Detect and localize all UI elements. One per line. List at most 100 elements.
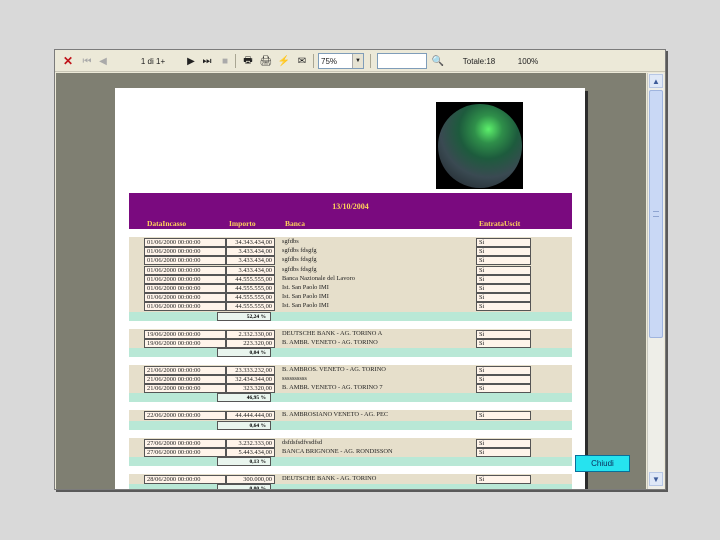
cell-bank: sgfdbs: [282, 238, 299, 245]
chevron-down-icon: ▼: [352, 54, 363, 68]
column-header-banca: Banca: [285, 219, 306, 228]
table-row: 01/06/2000 00:00:00 44.555.555,00 Ist. San…: [129, 293, 572, 303]
report-table: 13/10/2004 DataIncasso Importo Banca Ent…: [129, 193, 572, 489]
zoom-value: 75%: [321, 56, 338, 66]
binoculars-icon[interactable]: 🔍: [431, 53, 445, 69]
cell-amount: 2.332.330,00: [226, 329, 275, 339]
cell-flag: Sì: [476, 238, 531, 247]
report-page: 13/10/2004 DataIncasso Importo Banca Ent…: [115, 88, 585, 489]
cell-flag: Sì: [476, 475, 531, 484]
report-header: 13/10/2004 DataIncasso Importo Banca Ent…: [129, 193, 572, 229]
cell-date: 01/06/2000 00:00:00: [144, 293, 226, 303]
report-group: 19/06/2000 00:00:00 2.332.330,00 DEUTSCHE …: [129, 328, 572, 357]
cell-amount: 34.343.434,00: [226, 238, 275, 247]
table-row: 01/06/2000 00:00:00 3.433.434,00 sgfdbs fd…: [129, 265, 572, 275]
table-row: 22/06/2000 00:00:00 44.444.444,00 B. AMBRO…: [129, 411, 572, 421]
cell-amount: 44.555.555,00: [226, 274, 275, 284]
scroll-down-icon[interactable]: ▼: [649, 472, 663, 486]
cell-flag: Sì: [476, 247, 531, 257]
cell-date: 01/06/2000 00:00:00: [144, 274, 226, 284]
search-input[interactable]: [377, 53, 427, 69]
cell-date: 01/06/2000 00:00:00: [144, 247, 226, 257]
cell-date: 21/06/2000 00:00:00: [144, 384, 226, 394]
table-row: 28/06/2000 00:00:00 300.000,00 DEUTSCHE BA…: [129, 475, 572, 484]
refresh-icon[interactable]: ⚡: [277, 53, 291, 69]
cell-date: 28/06/2000 00:00:00: [144, 475, 226, 484]
cell-flag: Sì: [476, 302, 531, 312]
group-total-bar: 0,04 %: [129, 347, 572, 357]
report-viewport: 13/10/2004 DataIncasso Importo Banca Ent…: [56, 73, 646, 489]
previous-page-icon[interactable]: ◀: [97, 53, 109, 69]
group-total-bar: 46,95 %: [129, 393, 572, 403]
toolbar-divider: [313, 54, 314, 68]
report-group: 27/06/2000 00:00:00 3.232.333,00 dsfdsfsdf…: [129, 437, 572, 466]
cell-amount: 44.555.555,00: [226, 283, 275, 293]
page-indicator: 1 di 1+: [140, 56, 166, 66]
scrollbar-thumb[interactable]: [649, 90, 663, 338]
export-icon[interactable]: ✉: [295, 53, 309, 69]
group-total-percent: 0,64 %: [217, 420, 271, 430]
cell-date: 21/06/2000 00:00:00: [144, 375, 226, 385]
cell-amount: 44.444.444,00: [226, 411, 275, 421]
cell-amount: 3.433.434,00: [226, 256, 275, 266]
company-logo: [436, 102, 523, 189]
cell-bank: Banca Nazionale del Lavoro: [282, 274, 355, 282]
print-icon[interactable]: 🖶: [241, 53, 255, 69]
cell-bank: DEUTSCHE BANK - AG. TORINO: [282, 475, 377, 482]
vertical-scrollbar[interactable]: ▲ ▼: [647, 73, 664, 489]
table-row: 01/06/2000 00:00:00 34.343.434,00 sgfdbs Sì: [129, 238, 572, 247]
table-row: 27/06/2000 00:00:00 3.232.333,00 dsfdsfsdf…: [129, 438, 572, 448]
table-row: 01/06/2000 00:00:00 3.433.434,00 sgfdbs fd…: [129, 256, 572, 266]
group-total-percent: 52,24 %: [217, 311, 271, 321]
table-row: 27/06/2000 00:00:00 5.443.434,00 BANCA BRI…: [129, 447, 572, 457]
group-total-percent: 46,95 %: [217, 393, 271, 403]
cell-bank: sgfdbs fdsgfg: [282, 256, 317, 264]
cell-flag: Sì: [476, 283, 531, 293]
cell-date: 27/06/2000 00:00:00: [144, 447, 226, 457]
total-records-label: Totale:18: [462, 56, 496, 66]
cell-amount: 223.320,00: [226, 338, 275, 348]
cell-bank: Ist. San Paolo IMI: [282, 293, 329, 301]
report-group: 01/06/2000 00:00:00 34.343.434,00 sgfdbs Sì…: [129, 237, 572, 321]
report-group: 22/06/2000 00:00:00 44.444.444,00 B. AMBRO…: [129, 410, 572, 430]
last-page-icon[interactable]: ⏭: [201, 53, 213, 69]
cell-amount: 5.443.434,00: [226, 447, 275, 457]
cell-bank: BANCA BRIGNONE - AG. RONDISSON: [282, 447, 393, 455]
cell-bank: B. AMBROS. VENETO - AG. TORINO: [282, 365, 386, 373]
cell-bank: DEUTSCHE BANK - AG. TORINO A: [282, 329, 383, 337]
cell-bank: sgfdbs fdsgfg: [282, 265, 317, 273]
cell-date: 21/06/2000 00:00:00: [144, 365, 226, 375]
globe-image: [437, 103, 522, 188]
grip-icon: [653, 211, 659, 217]
scroll-up-icon[interactable]: ▲: [649, 74, 663, 88]
group-total-percent: 0,00 %: [217, 484, 271, 489]
cell-date: 01/06/2000 00:00:00: [144, 256, 226, 266]
cell-bank: B. AMBR. VENETO - AG. TORINO: [282, 338, 378, 346]
close-icon[interactable]: ✕: [61, 53, 75, 69]
report-group: 21/06/2000 00:00:00 23.333.232,00 B. AMBRO…: [129, 364, 572, 403]
cell-bank: B. AMBR. VENETO - AG. TORINO 7: [282, 384, 383, 392]
first-page-icon[interactable]: ⏮: [81, 53, 93, 69]
cell-amount: 44.555.555,00: [226, 302, 275, 312]
cell-amount: 3.433.434,00: [226, 247, 275, 257]
table-row: 19/06/2000 00:00:00 2.332.330,00 DEUTSCHE …: [129, 329, 572, 339]
cell-bank: Ist. San Paolo IMI: [282, 283, 329, 291]
cell-flag: Sì: [476, 338, 531, 348]
cell-date: 19/06/2000 00:00:00: [144, 338, 226, 348]
print-setup-icon[interactable]: 🖨: [259, 53, 273, 69]
stop-icon[interactable]: ■: [219, 53, 231, 69]
cell-amount: 32.434.344,00: [226, 375, 275, 385]
cell-bank: dsfdsfsdfvsdfsd: [282, 438, 323, 446]
cell-amount: 323.320,00: [226, 384, 275, 394]
report-viewer-window: ✕ ⏮ ◀ 1 di 1+ ▶ ⏭ ■ 🖶 🖨 ⚡ ✉ 75% ▼ 🔍 Tota…: [54, 49, 666, 490]
table-row: 01/06/2000 00:00:00 44.555.555,00 Ist. San…: [129, 302, 572, 312]
next-page-icon[interactable]: ▶: [185, 53, 197, 69]
viewer-toolbar: ✕ ⏮ ◀ 1 di 1+ ▶ ⏭ ■ 🖶 🖨 ⚡ ✉ 75% ▼ 🔍 Tota…: [55, 50, 665, 72]
cell-bank: sgfdbs fdsgfg: [282, 247, 317, 255]
toolbar-divider: [370, 54, 371, 68]
cell-flag: Sì: [476, 411, 531, 421]
cell-bank: ssssssssss: [282, 375, 307, 383]
close-button[interactable]: Chiudi: [575, 455, 630, 472]
table-row: 21/06/2000 00:00:00 23.333.232,00 B. AMBRO…: [129, 365, 572, 375]
zoom-select[interactable]: 75% ▼: [318, 53, 364, 69]
